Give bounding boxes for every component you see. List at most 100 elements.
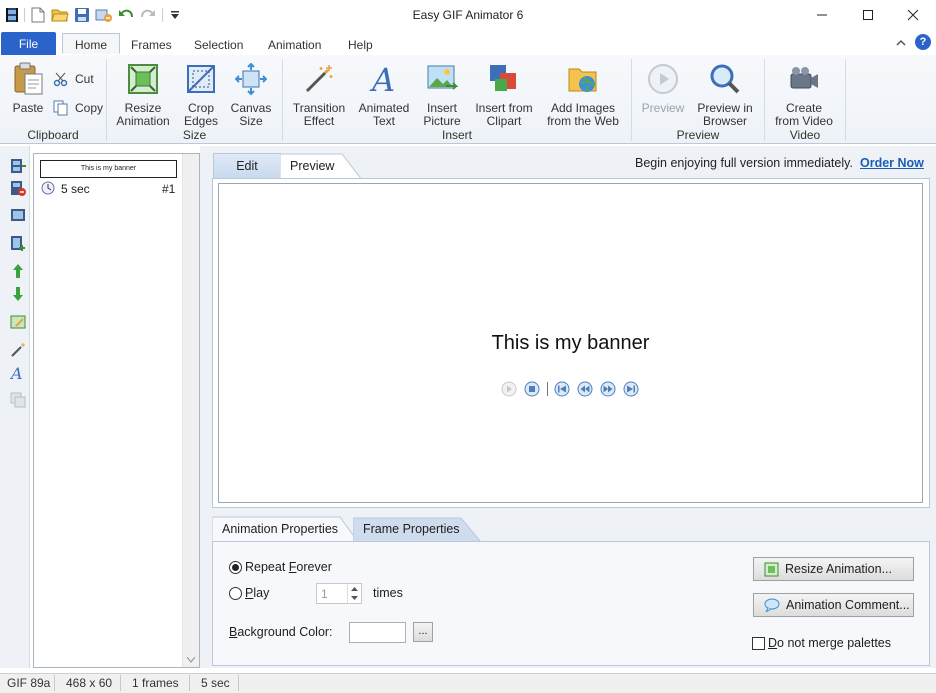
background-color-label: Background Color: xyxy=(229,625,333,639)
open-folder-icon[interactable] xyxy=(51,6,69,24)
tab-edit[interactable]: Edit xyxy=(213,153,281,179)
background-color-swatch[interactable] xyxy=(349,622,406,643)
first-frame-icon[interactable] xyxy=(554,381,570,397)
do-not-merge-palettes-checkbox[interactable]: Do not merge palettes xyxy=(752,636,891,650)
maximize-button[interactable] xyxy=(845,0,891,30)
magic-wand-icon xyxy=(302,62,336,96)
cut-button[interactable]: Cut xyxy=(53,71,94,87)
collapse-ribbon-icon[interactable] xyxy=(895,37,907,52)
minimize-button[interactable] xyxy=(799,0,845,30)
play-circle-icon xyxy=(646,62,680,96)
tab-animation[interactable]: Animation xyxy=(258,36,331,56)
stop-icon[interactable] xyxy=(524,381,540,397)
paste-icon xyxy=(11,62,45,96)
repeat-forever-radio[interactable]: Repeat Forever xyxy=(229,560,332,574)
frame-thumbnail[interactable]: This is my banner xyxy=(40,160,177,178)
move-up-icon[interactable] xyxy=(9,262,27,280)
file-menu-button[interactable]: File xyxy=(1,32,56,55)
copy-button[interactable]: Copy xyxy=(53,100,103,116)
picture-icon xyxy=(425,62,459,96)
resize-icon xyxy=(126,62,160,96)
delete-frame-icon[interactable] xyxy=(9,179,27,197)
crop-edges-button[interactable]: Crop Edges xyxy=(180,62,222,128)
undo-icon[interactable] xyxy=(117,6,135,24)
create-from-video-button[interactable]: Create from Video xyxy=(772,62,836,128)
edit-frame-icon[interactable] xyxy=(9,313,27,331)
resize-small-icon xyxy=(764,562,779,576)
preview-in-browser-button[interactable]: Preview in Browser xyxy=(694,62,756,128)
copy-icon xyxy=(53,100,68,116)
spin-up-icon[interactable] xyxy=(351,587,358,591)
play-n-times-radio[interactable]: Play xyxy=(229,586,269,600)
add-frame-icon[interactable] xyxy=(9,157,27,175)
app-icon[interactable] xyxy=(3,6,21,24)
frame-number: #1 xyxy=(162,182,176,196)
tab-home[interactable]: Home xyxy=(62,33,121,54)
preview-label: Preview xyxy=(641,101,685,115)
transition-effect-button[interactable]: Transition Effect xyxy=(290,62,348,128)
size-group-label: Size xyxy=(182,128,207,142)
background-color-browse-button[interactable]: ... xyxy=(413,622,433,642)
svg-text:A: A xyxy=(10,364,23,380)
transition-wand-icon[interactable] xyxy=(9,341,27,359)
play-times-spinner[interactable]: 1 xyxy=(316,583,362,604)
last-frame-icon[interactable] xyxy=(623,381,639,397)
save-icon[interactable] xyxy=(73,6,91,24)
insert-group-label: Insert xyxy=(441,128,472,142)
preview-canvas: This is my banner xyxy=(218,183,923,503)
help-icon[interactable]: ? xyxy=(915,34,931,50)
play-icon[interactable] xyxy=(501,381,517,397)
resize-animation-button[interactable]: Resize Animation xyxy=(114,62,172,128)
order-now-link[interactable]: Order Now xyxy=(860,156,924,170)
clipart-label: Insert from Clipart xyxy=(475,101,533,128)
preview-browser-label: Preview in Browser xyxy=(697,101,753,128)
insert-frame-icon[interactable] xyxy=(9,234,27,252)
insert-from-clipart-button[interactable]: Insert from Clipart xyxy=(472,62,536,128)
export-icon[interactable] xyxy=(95,6,113,24)
create-from-video-label: Create from Video xyxy=(775,101,833,128)
copy-label: Copy xyxy=(75,101,104,115)
clock-icon xyxy=(41,181,55,195)
scroll-down-arrow-icon[interactable] xyxy=(187,657,195,663)
insert-picture-label: Insert Picture xyxy=(423,101,461,128)
transition-label: Transition Effect xyxy=(292,101,346,128)
frame-list[interactable]: This is my banner 5 sec #1 xyxy=(33,153,200,668)
next-frame-icon[interactable] xyxy=(600,381,616,397)
add-images-web-button[interactable]: Add Images from the Web xyxy=(544,62,622,128)
cut-label: Cut xyxy=(75,72,94,86)
tab-frame-properties[interactable]: Frame Properties xyxy=(363,517,460,542)
playback-controls xyxy=(501,381,639,397)
canvas-size-button[interactable]: Canvas Size xyxy=(230,62,272,128)
paste-button[interactable]: Paste xyxy=(8,62,48,115)
times-label: times xyxy=(373,586,403,600)
tab-selection[interactable]: Selection xyxy=(184,36,253,56)
new-file-icon[interactable] xyxy=(29,6,47,24)
tab-help[interactable]: Help xyxy=(338,36,383,56)
preview-group-label: Preview xyxy=(676,128,720,142)
resize-animation-dialog-button[interactable]: Resize Animation... xyxy=(753,557,914,581)
animation-comment-button[interactable]: Animation Comment... xyxy=(753,593,914,617)
insert-picture-button[interactable]: Insert Picture xyxy=(420,62,464,128)
spin-down-icon[interactable] xyxy=(351,596,358,600)
tab-animation-properties[interactable]: Animation Properties xyxy=(222,516,338,542)
frame-list-scrollbar[interactable] xyxy=(182,154,199,667)
paste-label: Paste xyxy=(12,101,44,115)
add-images-web-label: Add Images from the Web xyxy=(547,101,619,128)
close-button[interactable] xyxy=(890,0,936,30)
tab-frames[interactable]: Frames xyxy=(121,36,182,56)
scissors-icon xyxy=(53,72,68,87)
magnifier-icon xyxy=(708,62,742,96)
duplicate-frame-icon[interactable] xyxy=(9,206,27,224)
text-icon[interactable]: A xyxy=(9,363,27,381)
preview-button[interactable]: Preview xyxy=(640,62,686,115)
status-format: GIF 89a xyxy=(7,676,51,690)
previous-frame-icon[interactable] xyxy=(577,381,593,397)
move-down-icon[interactable] xyxy=(9,285,27,303)
tab-preview[interactable]: Preview xyxy=(290,153,334,179)
crop-icon xyxy=(184,62,218,96)
video-camera-icon xyxy=(787,62,821,96)
animated-text-label: Animated Text xyxy=(358,101,410,128)
frame-duration[interactable]: 5 sec xyxy=(61,182,90,196)
customize-toolbar-icon[interactable] xyxy=(166,6,184,24)
animated-text-button[interactable]: A Animated Text xyxy=(356,62,412,128)
